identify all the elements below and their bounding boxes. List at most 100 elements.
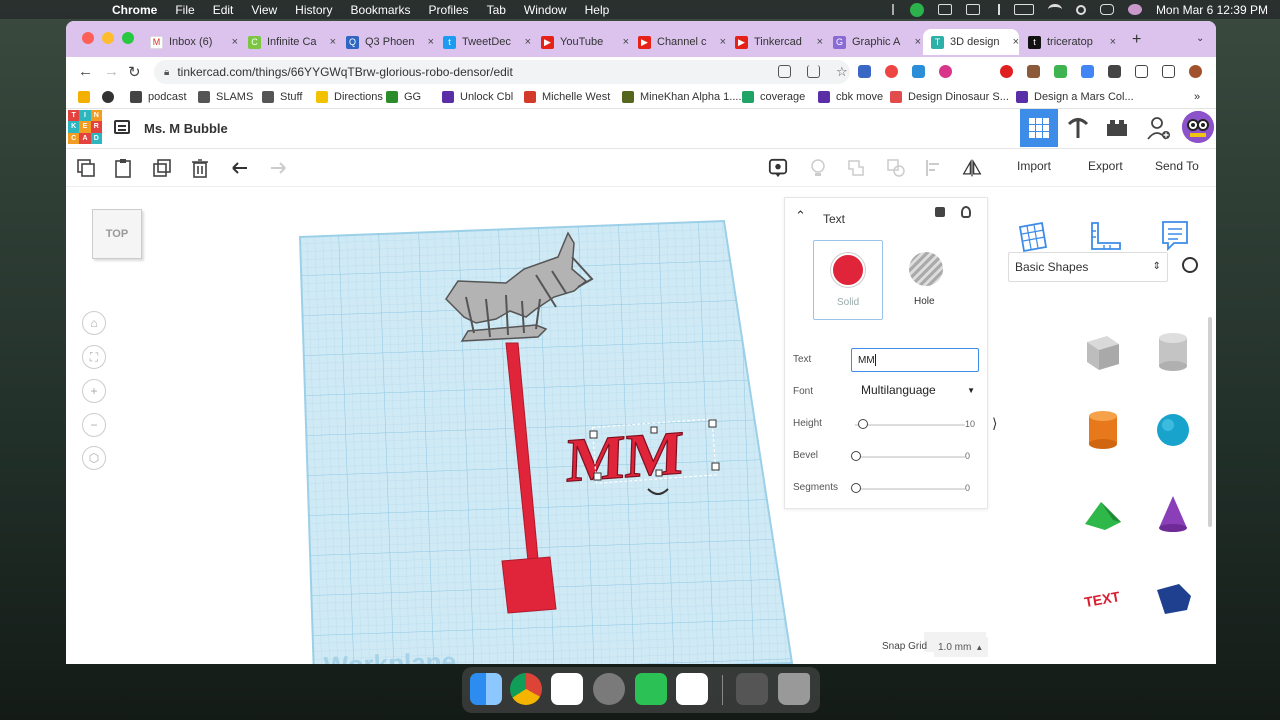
close-window-button[interactable]	[82, 32, 94, 44]
export-button[interactable]: Export	[1088, 159, 1123, 173]
copy-button[interactable]	[76, 158, 96, 178]
shape-roof[interactable]	[1078, 489, 1128, 539]
microphone-icon[interactable]	[891, 4, 896, 15]
tab-close-icon[interactable]: ×	[525, 36, 531, 48]
user-avatar[interactable]	[1182, 111, 1214, 143]
menubar-clock[interactable]: Mon Mar 6 12:39 PM	[1156, 3, 1268, 17]
tab-close-icon[interactable]: ×	[720, 36, 726, 48]
bookmark-item[interactable]: cbk move	[818, 91, 883, 103]
share-icon[interactable]	[807, 65, 820, 78]
recording-icon[interactable]	[909, 2, 924, 17]
tab-close-icon[interactable]: ×	[232, 36, 238, 48]
bookmark-item[interactable]: Unlock Cbl	[442, 91, 513, 103]
lock-shape-icon[interactable]	[935, 207, 945, 217]
hole-swatch[interactable]	[909, 252, 943, 286]
bricks-button[interactable]	[1098, 109, 1136, 147]
segments-slider-knob[interactable]	[851, 483, 861, 493]
tab-search-icon[interactable]: ⌄	[1196, 33, 1204, 44]
tab-close-icon[interactable]: ×	[1110, 36, 1116, 48]
shape-half-sphere[interactable]	[1078, 653, 1128, 664]
bookmark-item[interactable]: Design Dinosaur S...	[890, 91, 1009, 103]
tab-close-icon[interactable]: ×	[817, 36, 823, 48]
extension-2-icon[interactable]	[885, 65, 898, 78]
shape-cylinder[interactable]	[1078, 405, 1128, 455]
tab-6[interactable]: ▶ Tinkercad ×	[727, 29, 823, 55]
control-center-icon[interactable]	[1099, 4, 1114, 15]
tab-8[interactable]: T 3D design ×	[923, 29, 1019, 55]
menu-tab[interactable]: Tab	[487, 3, 506, 17]
3d-view-button[interactable]	[1020, 109, 1058, 147]
apps-icon[interactable]	[78, 91, 96, 103]
solid-option[interactable]: Solid	[813, 240, 883, 320]
shape-hexagonal-prism[interactable]	[1148, 653, 1198, 664]
extension-3-icon[interactable]	[912, 65, 925, 78]
perspective-button[interactable]: ⬡	[82, 446, 106, 470]
extension-4-icon[interactable]	[939, 65, 952, 78]
panel-toggle-chevron-icon[interactable]: ⟩	[992, 415, 997, 432]
tab-2[interactable]: Q Q3 Phoen ×	[338, 29, 434, 55]
extension-1-icon[interactable]	[858, 65, 871, 78]
notes-tool-button[interactable]	[1160, 219, 1190, 256]
snap-grid-select[interactable]: 1.0 mm ▲	[934, 637, 988, 657]
forward-button[interactable]: →	[104, 63, 119, 80]
tinkercad-logo[interactable]: T I N K E R C A D	[68, 110, 102, 144]
text-input[interactable]: MM	[851, 348, 979, 372]
tab-close-icon[interactable]: ×	[623, 36, 629, 48]
screen-icon[interactable]	[965, 4, 980, 15]
design-list-icon[interactable]	[114, 120, 130, 134]
height-slider-knob[interactable]	[858, 419, 868, 429]
hide-shape-icon[interactable]	[961, 206, 971, 218]
ruler-tool-button[interactable]	[1088, 219, 1122, 256]
bookmark-item[interactable]: Design a Mars Col...	[1016, 91, 1134, 103]
menu-view[interactable]: View	[251, 3, 277, 17]
bookmark-item[interactable]: SLAMS	[198, 91, 253, 103]
lock-icon[interactable]: 🔒︎	[164, 67, 169, 78]
font-select[interactable]: Multilanguage ▼	[861, 380, 981, 400]
redo-button[interactable]	[268, 158, 288, 178]
shape-box-hole[interactable]	[1078, 327, 1128, 377]
show-hide-button[interactable]	[808, 158, 828, 178]
bevel-slider-knob[interactable]	[851, 451, 861, 461]
bookmark-item[interactable]: coverage	[742, 91, 805, 103]
menu-history[interactable]: History	[295, 3, 332, 17]
blocks-button[interactable]	[1059, 109, 1097, 147]
bookmark-star-icon[interactable]: ☆	[836, 65, 849, 78]
bevel-slider-track[interactable]	[855, 456, 965, 458]
menu-app-name[interactable]: Chrome	[112, 3, 157, 17]
downloads-stack-icon[interactable]	[736, 673, 768, 705]
bevel-value[interactable]: 0	[965, 451, 970, 461]
back-button[interactable]: ←	[78, 63, 93, 80]
zoom-in-button[interactable]: +	[82, 379, 106, 403]
address-bar[interactable]: 🔒︎ tinkercad.com/things/66YYGWqTBrw-glor…	[154, 60, 850, 84]
extension-5-icon[interactable]	[1000, 65, 1013, 78]
spotlight-search-icon[interactable]	[1075, 4, 1086, 15]
height-slider-track[interactable]	[855, 424, 965, 426]
profile-avatar-icon[interactable]	[1189, 65, 1202, 78]
wifi-icon[interactable]	[1047, 4, 1062, 15]
bookmark-item[interactable]: podcast	[130, 91, 187, 103]
delete-button[interactable]	[190, 158, 210, 178]
notes-button[interactable]	[768, 158, 788, 178]
solid-color-swatch[interactable]	[831, 253, 865, 287]
tab-1[interactable]: C Infinite Ca ×	[240, 29, 336, 55]
minimize-window-button[interactable]	[102, 32, 114, 44]
bookmark-item[interactable]: Directions	[316, 91, 383, 103]
shape-category-select[interactable]: Basic Shapes ⇕	[1008, 252, 1168, 282]
tab-close-icon[interactable]: ×	[915, 36, 921, 48]
tab-4[interactable]: ▶ YouTube ×	[533, 29, 629, 55]
system-settings-icon[interactable]	[593, 673, 625, 705]
tab-close-icon[interactable]: ×	[428, 36, 434, 48]
segments-value[interactable]: 0	[965, 483, 970, 493]
reload-button[interactable]: ↻	[128, 63, 141, 81]
design-name[interactable]: Ms. M Bubble	[144, 121, 228, 136]
align-button[interactable]	[924, 158, 944, 178]
collapse-chevron-icon[interactable]: ⌃	[795, 208, 806, 224]
shape-cylinder-hole[interactable]	[1148, 327, 1198, 377]
extensions-puzzle-icon[interactable]	[1108, 65, 1121, 78]
trash-dock-icon[interactable]	[778, 673, 810, 705]
tab-3[interactable]: t TweetDec ×	[435, 29, 531, 55]
bluetooth-icon[interactable]	[994, 4, 1000, 15]
shape-text[interactable]: TEXT	[1078, 573, 1128, 623]
tab-0[interactable]: M Inbox (6) ×	[142, 29, 238, 55]
display-icon[interactable]	[937, 4, 952, 15]
